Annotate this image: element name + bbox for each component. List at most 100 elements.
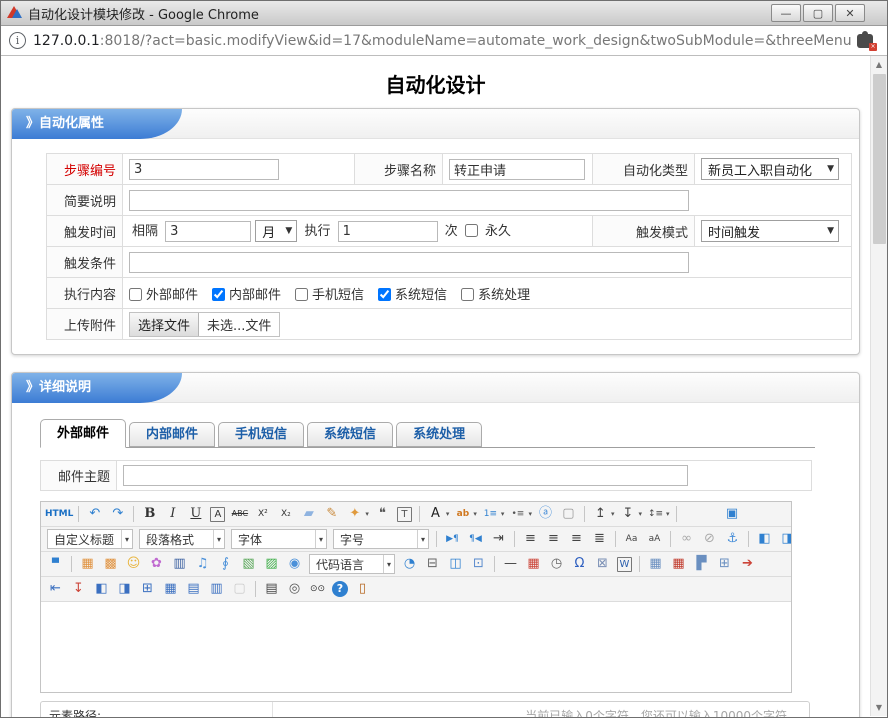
exec-external-mail-option[interactable]: 外部邮件	[129, 288, 198, 303]
exec-external-mail-checkbox[interactable]	[129, 288, 142, 301]
table-icon[interactable]: ▦	[645, 554, 666, 574]
split-cols-icon[interactable]: ▥	[206, 579, 227, 599]
new-document-icon[interactable]: ▢	[558, 504, 579, 524]
paste-icon[interactable]: ▯	[352, 579, 373, 599]
page-info-icon[interactable]: i	[9, 32, 26, 49]
highlight-color-icon[interactable]: ab	[452, 504, 473, 524]
link-icon[interactable]: ∞	[676, 529, 697, 549]
superscript-icon[interactable]: X²	[252, 504, 273, 524]
underline-icon[interactable]: U	[185, 504, 206, 524]
horizontal-rule-icon[interactable]: —	[500, 554, 521, 574]
brief-input[interactable]	[129, 190, 689, 211]
automation-type-select[interactable]: 新员工入职自动化▼	[701, 158, 839, 180]
minimize-button[interactable]: —	[771, 4, 801, 22]
code-language-select[interactable]: 代码语言▾	[309, 554, 395, 574]
float-center-icon[interactable]: ◨	[777, 529, 791, 549]
exec-times-input[interactable]	[338, 221, 438, 242]
exec-mobile-sms-option[interactable]: 手机短信	[295, 288, 364, 303]
margin-bottom-icon-dropdown[interactable]: ▾	[638, 510, 642, 518]
screen-share-icon[interactable]: ⊡	[468, 554, 489, 574]
redo-icon[interactable]: ↷	[107, 504, 128, 524]
insert-col-left-icon[interactable]: ⇤	[45, 579, 66, 599]
unordered-list-icon-dropdown[interactable]: ▾	[528, 510, 532, 518]
align-right-icon[interactable]: ≡	[566, 529, 587, 549]
mail-subject-input[interactable]	[123, 465, 688, 486]
trigger-mode-select[interactable]: 时间触发▼	[701, 220, 839, 242]
float-left-icon[interactable]: ◧	[754, 529, 775, 549]
magic-wand-icon-dropdown[interactable]: ▾	[365, 510, 369, 518]
exec-internal-mail-option[interactable]: 内部邮件	[212, 288, 281, 303]
delete-table-icon[interactable]: ▦	[668, 554, 689, 574]
baidu-map-icon[interactable]: ▨	[261, 554, 282, 574]
exec-system-process-option[interactable]: 系统处理	[461, 288, 530, 303]
scroll-up-icon[interactable]: ▲	[871, 56, 887, 73]
find-icon[interactable]: ⊙⊙	[307, 579, 328, 599]
url-input[interactable]: 127.0.0.1:8018/?act=basic.modifyView&id=…	[33, 33, 851, 49]
subscript-icon[interactable]: X₂	[275, 504, 296, 524]
delete-col-icon[interactable]: ↧	[68, 579, 89, 599]
uppercase-icon[interactable]: Aa	[621, 529, 642, 549]
eraser-icon[interactable]: ▰	[298, 504, 319, 524]
tab-internal-mail[interactable]: 内部邮件	[129, 422, 215, 447]
insert-row-icon[interactable]: ⊞	[714, 554, 735, 574]
format-brush-icon[interactable]: ✎	[321, 504, 342, 524]
cell-right-icon[interactable]: ◨	[114, 579, 135, 599]
word-import-icon[interactable]: W	[617, 557, 632, 572]
table-props-icon[interactable]: ▛	[691, 554, 712, 574]
interval-input[interactable]	[165, 221, 251, 242]
multi-image-icon[interactable]: ▩	[100, 554, 121, 574]
cell-down-icon[interactable]: ⊞	[137, 579, 158, 599]
font-color-icon[interactable]: A	[425, 504, 446, 524]
split-rows-icon[interactable]: ▤	[183, 579, 204, 599]
attachment-icon[interactable]: ∮	[215, 554, 236, 574]
step-no-input[interactable]	[129, 159, 279, 180]
tab-mobile-sms[interactable]: 手机短信	[218, 422, 304, 447]
disabled-doc-icon[interactable]: ▢	[229, 579, 250, 599]
exec-internal-mail-checkbox[interactable]	[212, 288, 225, 301]
step-name-input[interactable]	[449, 159, 585, 180]
help-icon[interactable]: ?	[332, 581, 348, 597]
line-height-icon-dropdown[interactable]: ▾	[666, 510, 670, 518]
rtl-paragraph-icon[interactable]: ¶◀	[465, 529, 486, 549]
interval-unit-select[interactable]: 月▼	[255, 220, 297, 242]
cell-left-icon[interactable]: ◧	[91, 579, 112, 599]
align-center-icon[interactable]: ≡	[543, 529, 564, 549]
choose-file-button[interactable]: 选择文件	[130, 313, 199, 336]
time-icon[interactable]: ◷	[546, 554, 567, 574]
font-family-select[interactable]: 字体▾	[231, 529, 327, 549]
italic-icon[interactable]: I	[162, 504, 183, 524]
scroll-down-icon[interactable]: ▼	[871, 699, 887, 716]
heading-select[interactable]: 自定义标题▾	[47, 529, 133, 549]
restore-button[interactable]: ▢	[803, 4, 833, 22]
ordered-list-icon[interactable]: 1≡	[480, 504, 501, 524]
indent-icon[interactable]: ⇥	[488, 529, 509, 549]
unlink-icon[interactable]: ⊘	[699, 529, 720, 549]
ltr-paragraph-icon[interactable]: ▶¶	[442, 529, 463, 549]
preview-icon[interactable]: ◎	[284, 579, 305, 599]
vertical-scrollbar[interactable]: ▲ ▼	[870, 56, 887, 716]
anchor-text-icon[interactable]: ⓐ	[535, 504, 556, 524]
trigger-condition-input[interactable]	[129, 252, 689, 273]
lowercase-icon[interactable]: aA	[644, 529, 665, 549]
row-marker-icon[interactable]: ➔	[737, 554, 758, 574]
two-column-icon[interactable]: ◫	[445, 554, 466, 574]
print-icon[interactable]: ▤	[261, 579, 282, 599]
image-icon[interactable]: ▦	[77, 554, 98, 574]
scrollbar-thumb[interactable]	[873, 74, 886, 244]
special-char-icon[interactable]: Ω	[569, 554, 590, 574]
strikethrough-icon[interactable]: ABC	[229, 504, 250, 524]
font-color-icon-dropdown[interactable]: ▾	[446, 510, 450, 518]
exec-mobile-sms-checkbox[interactable]	[295, 288, 308, 301]
forever-checkbox[interactable]	[465, 224, 478, 237]
undo-icon[interactable]: ↶	[84, 504, 105, 524]
page-globe-icon[interactable]: ◉	[284, 554, 305, 574]
video-icon[interactable]: ▥	[169, 554, 190, 574]
line-height-icon[interactable]: ↕≡	[645, 504, 666, 524]
fullscreen-icon[interactable]: ▣	[722, 504, 743, 524]
ordered-list-icon-dropdown[interactable]: ▾	[501, 510, 505, 518]
palette-icon[interactable]: ✿	[146, 554, 167, 574]
exec-system-sms-checkbox[interactable]	[378, 288, 391, 301]
margin-bottom-icon[interactable]: ↧	[617, 504, 638, 524]
top-line-icon[interactable]: ▀	[45, 554, 66, 574]
anchor-icon[interactable]: ⚓	[722, 529, 743, 549]
